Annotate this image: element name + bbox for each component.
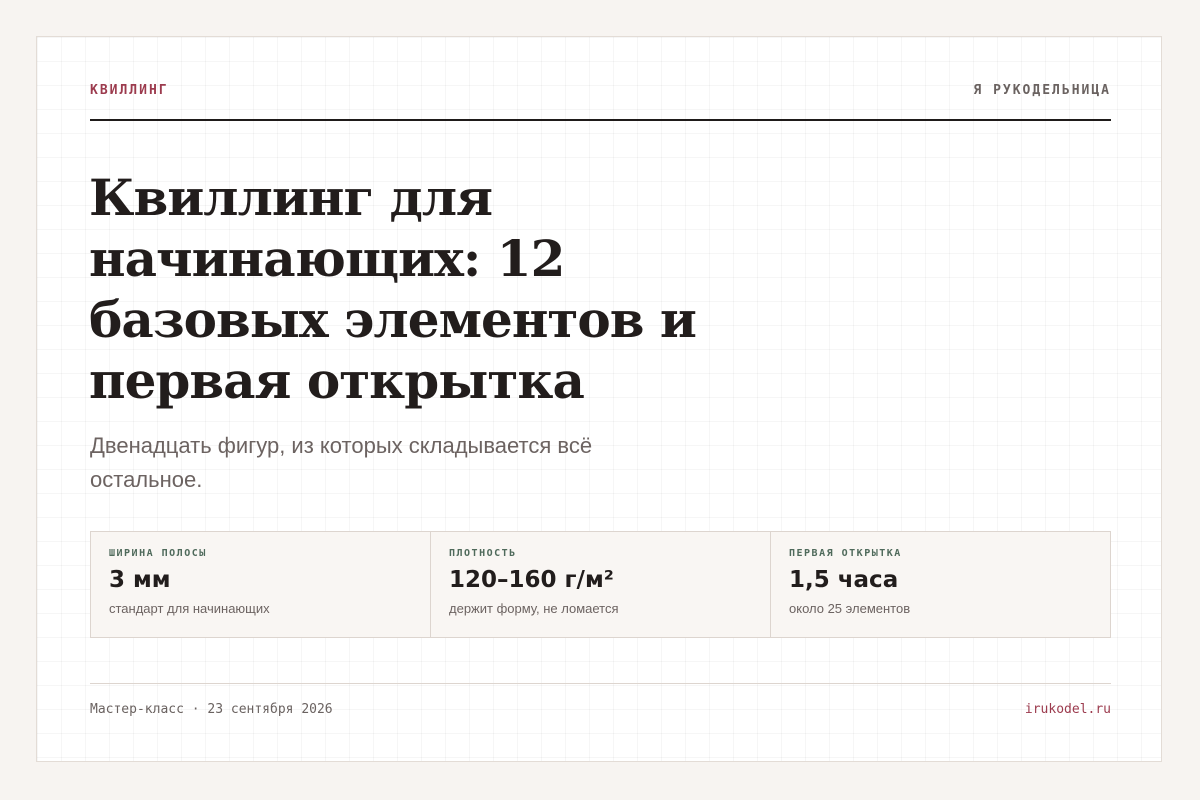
stat-label: ПЛОТНОСТЬ bbox=[449, 548, 517, 559]
article-card: КВИЛЛИНГ Я РУКОДЕЛЬНИЦА Квиллинг для нач… bbox=[36, 36, 1162, 762]
stat-note: держит форму, не ломается bbox=[449, 601, 619, 616]
stats-panel: ШИРИНА ПОЛОСЫ 3 мм стандарт для начинающ… bbox=[90, 531, 1111, 638]
event-date: Мастер-класс · 23 сентября 2026 bbox=[90, 702, 333, 717]
page-subtitle: Двенадцать фигур, из которых складываетс… bbox=[90, 433, 593, 492]
stat-first-card: ПЕРВАЯ ОТКРЫТКА 1,5 часа около 25 элемен… bbox=[771, 532, 1110, 637]
stat-note: стандарт для начинающих bbox=[109, 601, 270, 616]
stat-note: около 25 элементов bbox=[789, 601, 911, 616]
stat-strip-width: ШИРИНА ПОЛОСЫ 3 мм стандарт для начинающ… bbox=[91, 532, 431, 637]
card-header: КВИЛЛИНГ Я РУКОДЕЛЬНИЦА bbox=[90, 83, 1111, 121]
site-link[interactable]: irukodel.ru bbox=[1025, 702, 1111, 717]
stat-value: 1,5 часа bbox=[789, 567, 899, 593]
card-footer: Мастер-класс · 23 сентября 2026 irukodel… bbox=[90, 683, 1111, 717]
page-title: Квиллинг для начинающих: 12 базовых элем… bbox=[89, 168, 697, 410]
brand-name[interactable]: Я РУКОДЕЛЬНИЦА bbox=[973, 83, 1111, 98]
stat-label: ПЕРВАЯ ОТКРЫТКА bbox=[789, 548, 902, 559]
stat-label: ШИРИНА ПОЛОСЫ bbox=[109, 548, 207, 559]
stat-value: 120–160 г/м² bbox=[449, 567, 614, 593]
category-kicker[interactable]: КВИЛЛИНГ bbox=[90, 83, 169, 98]
stat-density: ПЛОТНОСТЬ 120–160 г/м² держит форму, не … bbox=[431, 532, 771, 637]
stat-value: 3 мм bbox=[109, 567, 171, 593]
